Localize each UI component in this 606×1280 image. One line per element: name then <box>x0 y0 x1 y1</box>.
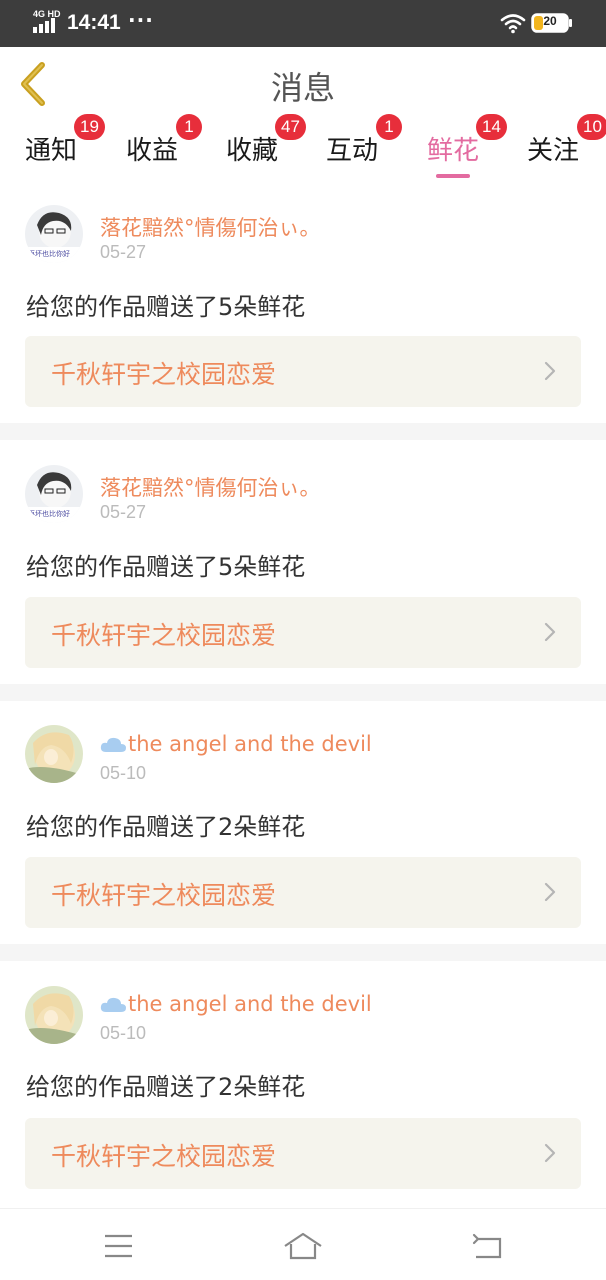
tab-label: 收益 <box>126 136 179 166</box>
tab-flowers[interactable]: 鲜花 <box>427 130 479 176</box>
date: 05-27 <box>100 502 147 522</box>
message: 给您的作品赠送了2朵鲜花 <box>26 813 306 841</box>
notification-card: 再坏也比你好 落花黯然°情傷何治ぃ。 05-27 给您的作品赠送了5朵鲜花 千秋… <box>0 440 606 683</box>
tab-notifications[interactable]: 通知 <box>25 130 77 176</box>
cloud-icon <box>100 997 126 1012</box>
tab-interactions[interactable]: 互动 <box>326 130 378 176</box>
home-icon <box>284 1232 322 1260</box>
divider <box>0 423 606 440</box>
badge-earnings: 1 <box>176 114 202 140</box>
badge-follows: 10 <box>577 114 606 140</box>
date: 05-10 <box>100 1023 147 1043</box>
tab-follows[interactable]: 关注 <box>527 130 579 176</box>
work-title: 千秋轩宇之校园恋爱 <box>51 881 277 910</box>
work-title: 千秋轩宇之校园恋爱 <box>51 360 277 389</box>
battery-level: 20 <box>543 14 557 28</box>
tab-label: 关注 <box>527 136 580 166</box>
avatar-caption: 再坏也比你好 <box>28 510 70 518</box>
username-text: the angel and the devil <box>128 992 372 1016</box>
avatar[interactable]: 再坏也比你好 <box>25 205 83 263</box>
username[interactable]: 落花黯然°情傷何治ぃ。 <box>100 212 321 242</box>
message: 给您的作品赠送了5朵鲜花 <box>26 293 306 321</box>
status-more-dots: ··· <box>128 8 154 32</box>
username[interactable]: the angel and the devil <box>100 732 372 756</box>
badge-notifications: 19 <box>74 114 105 140</box>
active-tab-indicator <box>436 174 470 178</box>
work-title: 千秋轩宇之校园恋爱 <box>51 1142 277 1171</box>
signal-icon <box>33 18 55 33</box>
avatar-anime-image <box>25 986 83 1044</box>
work-link[interactable]: 千秋轩宇之校园恋爱 <box>25 336 581 407</box>
date: 05-27 <box>100 242 147 262</box>
system-navigation-bar <box>0 1208 606 1280</box>
tab-label: 互动 <box>326 136 379 166</box>
username[interactable]: the angel and the devil <box>100 992 372 1016</box>
date: 05-10 <box>100 763 147 783</box>
work-link[interactable]: 千秋轩宇之校园恋爱 <box>25 597 581 668</box>
menu-icon <box>105 1234 132 1258</box>
chevron-right-icon <box>544 361 556 381</box>
tab-label: 收藏 <box>226 136 279 166</box>
chevron-right-icon <box>544 622 556 642</box>
menu-button[interactable] <box>99 1229 139 1263</box>
tab-earnings[interactable]: 收益 <box>126 130 178 176</box>
status-time: 14:41 <box>67 11 121 34</box>
badge-favorites: 47 <box>275 114 306 140</box>
tab-label: 鲜花 <box>427 136 480 166</box>
avatar-caption: 再坏也比你好 <box>28 250 70 258</box>
badge-flowers: 14 <box>476 114 507 140</box>
username[interactable]: 落花黯然°情傷何治ぃ。 <box>100 472 321 502</box>
header: 消息 <box>0 47 606 120</box>
work-link[interactable]: 千秋轩宇之校园恋爱 <box>25 1118 581 1189</box>
notification-card: the angel and the devil 05-10 给您的作品赠送了2朵… <box>0 701 606 944</box>
avatar-anime-image <box>25 725 83 783</box>
avatar[interactable]: 再坏也比你好 <box>25 465 83 523</box>
return-button[interactable] <box>468 1229 508 1263</box>
chevron-right-icon <box>544 1143 556 1163</box>
tab-favorites[interactable]: 收藏 <box>226 130 278 176</box>
username-text: the angel and the devil <box>128 732 372 756</box>
tab-label: 通知 <box>25 136 78 166</box>
divider <box>0 684 606 701</box>
wifi-icon <box>500 14 526 34</box>
message: 给您的作品赠送了2朵鲜花 <box>26 1073 306 1101</box>
divider <box>0 944 606 961</box>
notification-card: the angel and the devil 05-10 给您的作品赠送了2朵… <box>0 961 606 1204</box>
avatar[interactable] <box>25 986 83 1044</box>
badge-interactions: 1 <box>376 114 402 140</box>
return-icon <box>472 1233 502 1259</box>
page-title: 消息 <box>270 69 335 107</box>
message: 给您的作品赠送了5朵鲜花 <box>26 553 306 581</box>
home-button[interactable] <box>283 1229 323 1263</box>
avatar[interactable] <box>25 725 83 783</box>
work-link[interactable]: 千秋轩宇之校园恋爱 <box>25 857 581 928</box>
cloud-icon <box>100 737 126 752</box>
work-title: 千秋轩宇之校园恋爱 <box>51 621 277 650</box>
notification-card: 再坏也比你好 落花黯然°情傷何治ぃ。 05-27 给您的作品赠送了5朵鲜花 千秋… <box>0 180 606 423</box>
status-bar: 4G HD 14:41 ··· 20 <box>0 0 606 47</box>
chevron-right-icon <box>544 882 556 902</box>
